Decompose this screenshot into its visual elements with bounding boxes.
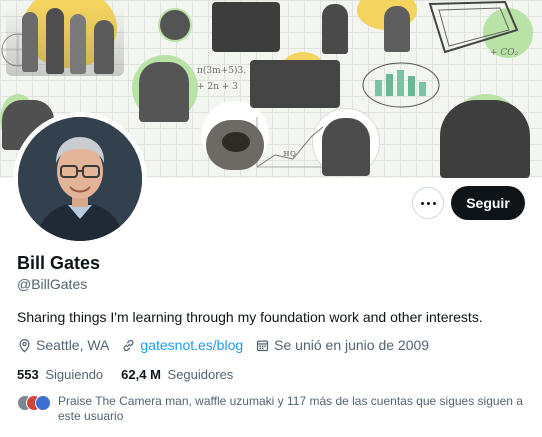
following-stat[interactable]: 553 Siguiendo — [17, 367, 103, 382]
link-icon — [123, 339, 134, 351]
joined-text: Se unió en junio de 2009 — [274, 337, 430, 353]
profile-handle: @BillGates — [17, 276, 88, 292]
known-followers[interactable]: Praise The Camera man, waffle uzumaki y … — [17, 394, 528, 424]
banner-photo-group — [250, 60, 340, 108]
website-link[interactable]: gatesnot.es/blog — [140, 337, 243, 353]
banner-photo-lab — [212, 2, 280, 52]
banner-photo-bill-speaking — [440, 100, 530, 178]
profile-stats: 553 Siguiendo 62,4 M Seguidores — [17, 367, 251, 382]
banner-graph-label: ℍℚ — [283, 150, 296, 158]
banner-photo-child — [384, 6, 410, 52]
banner-person — [22, 12, 38, 72]
banner-photo-soil — [222, 132, 250, 152]
banner-person — [46, 8, 64, 74]
more-options-button[interactable] — [412, 187, 444, 219]
followers-label: Seguidores — [167, 367, 234, 382]
banner-photo-scientist — [139, 62, 189, 122]
banner-math-2: + 2n + 3 — [197, 82, 238, 92]
joined-item: Se unió en junio de 2009 — [255, 337, 429, 353]
location-item: Seattle, WA — [17, 337, 109, 353]
following-count: 553 — [17, 367, 39, 382]
calendar-icon — [257, 340, 269, 351]
avatar[interactable] — [18, 117, 142, 241]
location-text: Seattle, WA — [36, 337, 110, 353]
banner-math-3: + CO₂ — [490, 48, 519, 58]
followers-count: 62,4 M — [121, 367, 161, 382]
follow-button[interactable]: Seguir — [451, 186, 525, 220]
banner-photo-child — [322, 4, 348, 54]
profile-name: Bill Gates — [17, 253, 101, 273]
banner-person — [70, 14, 86, 74]
profile-meta: Seattle, WA gatesnot.es/blog Se unió en … — [17, 337, 441, 353]
known-followers-text: Praise The Camera man, waffle uzumaki y … — [58, 394, 523, 423]
followers-stat[interactable]: 62,4 M Seguidores — [121, 367, 233, 382]
banner-photo-person — [160, 10, 190, 40]
website-item: gatesnot.es/blog — [121, 337, 243, 353]
banner-photo-man — [322, 118, 370, 176]
banner-bars-sketch — [362, 62, 440, 108]
banner-graph-sketch — [256, 117, 324, 168]
location-pin-icon — [19, 338, 30, 353]
following-label: Siguiendo — [45, 367, 104, 382]
profile-bio: Sharing things I'm learning through my f… — [17, 309, 483, 325]
banner-frame-sketch — [428, 0, 519, 54]
more-horizontal-icon — [420, 201, 436, 205]
banner-person — [94, 20, 114, 74]
follower-avatar — [35, 395, 51, 411]
avatar-portrait — [18, 117, 142, 241]
known-followers-avatars — [17, 395, 51, 411]
banner-math-1: π(3m+5)3. — [197, 66, 247, 76]
